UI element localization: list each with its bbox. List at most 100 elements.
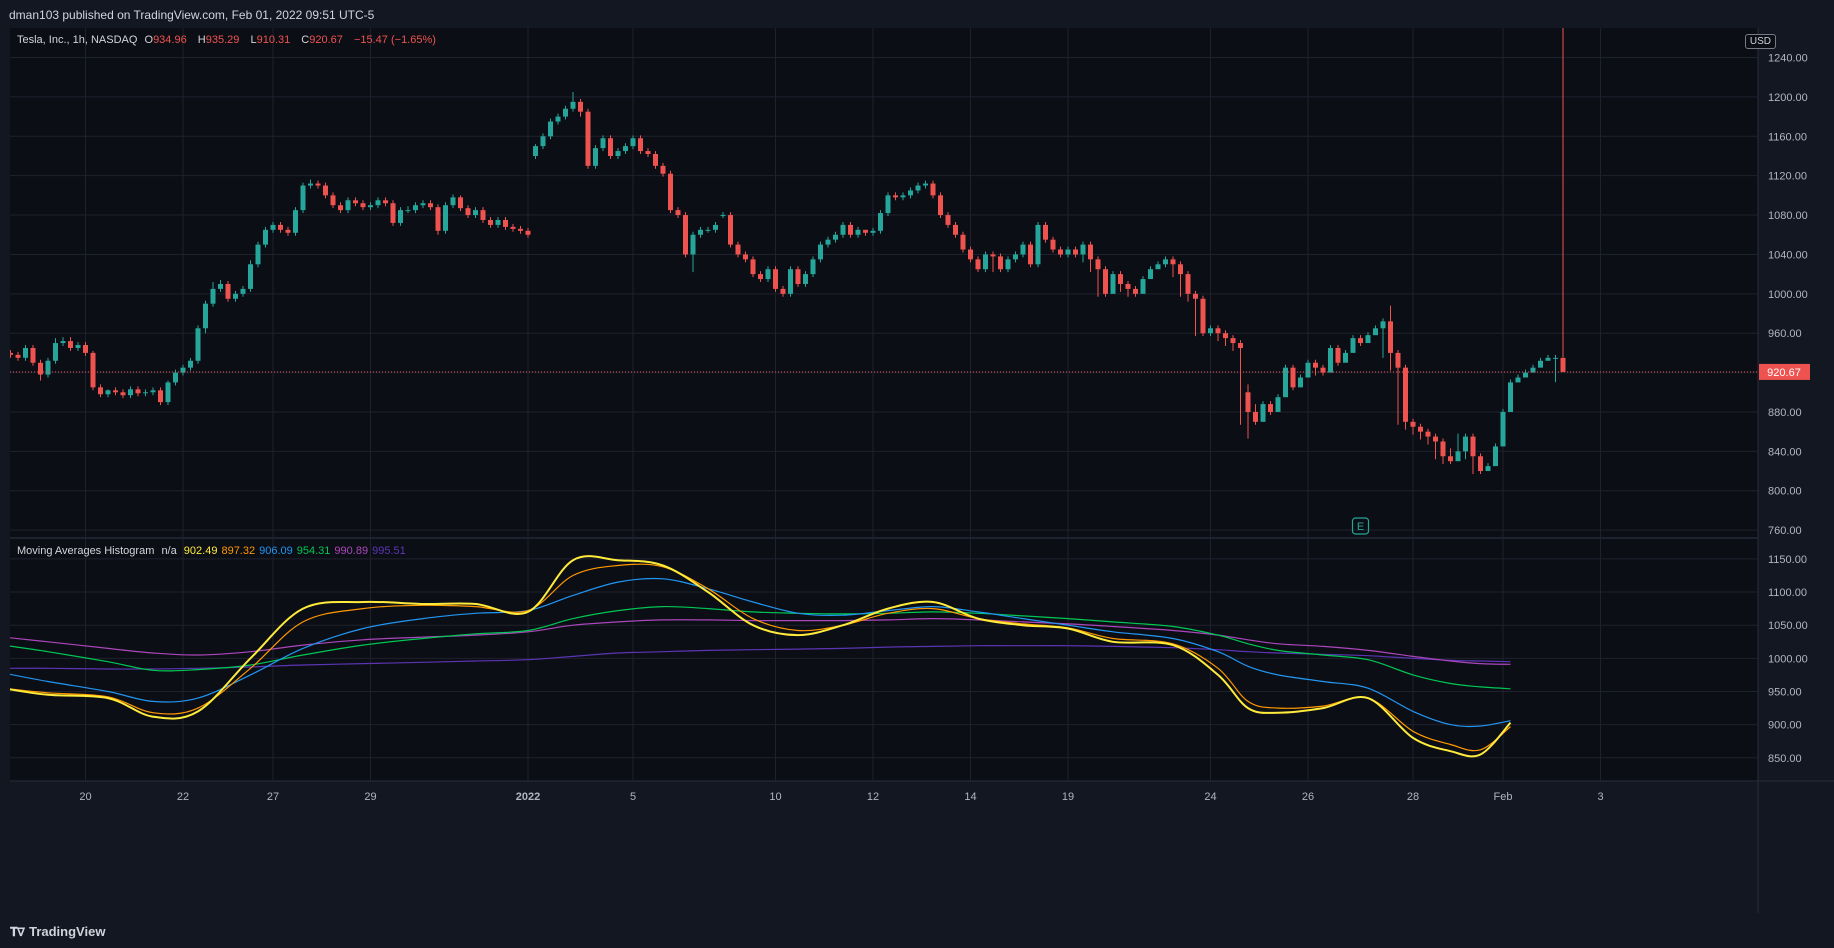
symbol-label: Tesla, Inc., 1h, NASDAQ — [17, 34, 138, 46]
candle — [938, 192, 943, 219]
tradingview-logo-icon: 𝐓∇ — [10, 925, 25, 939]
candle — [1403, 364, 1408, 430]
candle-body — [1335, 347, 1341, 363]
candle-body — [1193, 293, 1198, 299]
chart-svg[interactable]: 760.00800.00840.00880.00920.00960.001000… — [10, 28, 1834, 913]
candle-body — [608, 138, 613, 156]
candle-body — [1275, 397, 1281, 412]
candle-body — [1020, 244, 1026, 255]
time-tick-label: 14 — [964, 791, 976, 803]
earnings-event-label: E — [1357, 521, 1364, 533]
indicator-value: 954.31 — [296, 545, 331, 557]
indicator-tick-label: 850.00 — [1768, 753, 1802, 765]
candle-body — [45, 360, 51, 375]
candle-body — [158, 390, 163, 403]
candle-body — [1260, 404, 1266, 422]
candle-body — [555, 116, 561, 122]
candle-body — [503, 219, 508, 227]
candle-body — [1035, 224, 1041, 265]
candle-body — [360, 203, 366, 208]
candle-body — [908, 190, 913, 196]
candle-body — [915, 185, 921, 191]
candle-body — [263, 229, 268, 245]
candle-body — [1470, 436, 1476, 457]
candle-body — [1448, 456, 1453, 462]
candle-body — [923, 183, 928, 186]
low-value: 910.31 — [256, 34, 291, 46]
candle — [878, 210, 883, 234]
price-tick-label: 880.00 — [1768, 407, 1802, 419]
candle — [390, 200, 396, 226]
candle-body — [1118, 274, 1123, 284]
change-value: −15.47 (−1.65%) — [353, 34, 436, 46]
open-value: 934.96 — [153, 34, 187, 46]
price-tick-label: 1000.00 — [1768, 289, 1808, 301]
candle — [225, 281, 231, 302]
main-legend: Tesla, Inc., 1h, NASDAQ O934.96 H935.29 … — [17, 34, 436, 46]
currency-badge[interactable]: USD — [1744, 34, 1776, 49]
candle-body — [1073, 249, 1078, 255]
candle-body — [278, 224, 283, 230]
candle-body — [683, 215, 688, 255]
candle-body — [968, 249, 973, 260]
brand-text: TradingView — [29, 924, 106, 939]
candle-body — [675, 210, 681, 216]
candle-body — [488, 219, 493, 225]
candle-body — [1253, 411, 1258, 422]
tradingview-brand[interactable]: 𝐓∇ TradingView — [10, 924, 105, 940]
candle-body — [645, 151, 651, 155]
candle — [548, 118, 553, 140]
candle — [818, 241, 823, 263]
candle — [1260, 401, 1266, 422]
candle-body — [38, 362, 43, 375]
chart-area[interactable]: 760.00800.00840.00880.00920.00960.001000… — [10, 28, 1834, 913]
candle-body — [1313, 362, 1318, 368]
candle-body — [173, 372, 178, 383]
candle-body — [900, 195, 906, 198]
candle-body — [270, 224, 276, 230]
candle-body — [878, 213, 883, 231]
candle-body — [120, 392, 126, 396]
candle — [668, 170, 673, 214]
indicator-tick-label: 950.00 — [1768, 686, 1802, 698]
candle — [255, 241, 261, 268]
candle — [1043, 221, 1048, 243]
candle-body — [225, 283, 231, 299]
candle-body — [218, 283, 223, 289]
candle-body — [660, 165, 666, 174]
candle-body — [1080, 244, 1086, 255]
candle-body — [1560, 357, 1566, 372]
time-tick-label: 19 — [1062, 791, 1074, 803]
candle-body — [68, 341, 73, 348]
price-tick-label: 760.00 — [1768, 525, 1802, 537]
candle — [960, 231, 966, 253]
candle — [608, 135, 613, 159]
candle — [443, 202, 448, 234]
candle — [1035, 221, 1041, 268]
candle-body — [1155, 264, 1161, 270]
close-value: 920.67 — [309, 34, 343, 46]
candle-body — [623, 146, 628, 152]
candle-body — [668, 173, 673, 211]
candle-body — [1095, 259, 1101, 270]
candle — [195, 325, 201, 364]
time-tick-label: 28 — [1407, 791, 1419, 803]
candle-body — [818, 244, 823, 260]
candle-body — [1328, 347, 1333, 373]
candle-body — [75, 345, 81, 348]
candle-body — [323, 185, 328, 196]
candle-body — [30, 347, 36, 363]
candle-body — [638, 138, 643, 152]
candle — [773, 266, 778, 292]
candle-body — [1515, 377, 1521, 383]
candle — [795, 266, 801, 287]
candle-body — [735, 244, 741, 255]
publish-text: dman103 published on TradingView.com, Fe… — [9, 8, 375, 22]
candle — [435, 204, 441, 235]
indicator-name: Moving Averages Histogram — [17, 545, 155, 557]
candle-body — [1365, 335, 1371, 344]
candle — [810, 256, 816, 278]
time-tick-label: 27 — [267, 791, 279, 803]
candle-body — [420, 203, 426, 206]
candle-body — [548, 121, 553, 137]
